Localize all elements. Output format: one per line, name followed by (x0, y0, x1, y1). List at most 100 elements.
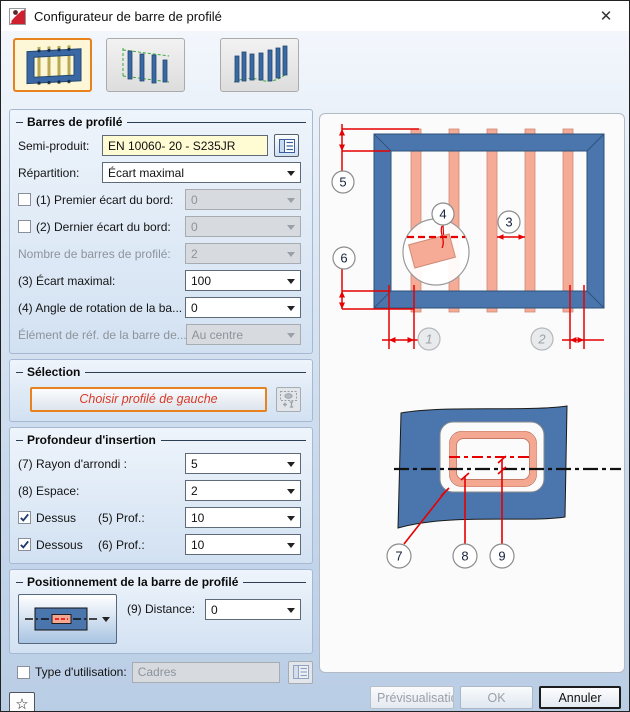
frame-with-bars-icon (26, 45, 81, 86)
chevron-down-icon (287, 198, 295, 203)
bottom-depth-select[interactable]: 10 (185, 534, 301, 555)
first-gap-select: 0 (185, 189, 301, 210)
titlebar: Configurateur de barre de profilé ✕ (1, 1, 629, 31)
usage-type-label: Type d'utilisation: (35, 665, 126, 679)
semi-product-row: Semi-produit: EN 10060- 20 - S235JR (10, 132, 312, 159)
callouts-inactive: 1 2 (417, 327, 554, 351)
settings-panel: Barres de profilé Semi-produit: EN 10060… (9, 109, 313, 711)
rotation-angle-select[interactable]: 0 (185, 297, 301, 318)
close-icon[interactable]: ✕ (591, 3, 621, 29)
app-icon (9, 7, 26, 25)
rotation-angle-row: (4) Angle de rotation de la ba... 0 (10, 294, 312, 321)
preview-diagram: 5 4 3 6 1 2 7 8 9 (331, 124, 621, 569)
positioning-row: (9) Distance: 0 (10, 592, 312, 648)
bars-on-curve-icon (233, 45, 287, 83)
group-bar-positioning: Positionnement de la barre de profilé (9… (9, 569, 313, 654)
callout-7: 7 (395, 549, 402, 564)
chevron-down-icon (287, 333, 295, 338)
bottom-checkbox[interactable] (18, 538, 31, 551)
bar-count-select: 2 (185, 243, 301, 264)
reference-element-row: Élément de réf. de la barre de... Au cen… (10, 321, 312, 348)
callout-9: 9 (498, 549, 505, 564)
bars-on-plane-icon (122, 48, 169, 84)
corner-radius-select[interactable]: 5 (185, 453, 301, 474)
profile-bar-configurator-dialog: Configurateur de barre de profilé ✕ Barr… (0, 0, 630, 712)
callouts-cross-section: 7 8 9 (386, 543, 515, 569)
reference-element-select: Au centre (185, 324, 301, 345)
chevron-down-icon (287, 608, 295, 613)
callout-4: 4 (439, 207, 446, 222)
cancel-button[interactable]: Annuler (539, 686, 621, 709)
preview-panel: 5 4 3 6 1 2 7 8 9 (319, 113, 625, 673)
repartition-label: Répartition: (18, 165, 80, 180)
max-gap-label: (3) Écart maximal: (18, 273, 116, 288)
preview-button: Prévisualisatio (370, 686, 454, 709)
callout-3: 3 (505, 215, 512, 230)
last-gap-select: 0 (185, 216, 301, 237)
chevron-down-icon (287, 543, 295, 548)
position-mode-dropdown[interactable] (18, 594, 117, 644)
footer: Prévisualisatio OK Annuler (1, 686, 621, 709)
bottom-depth-row: Dessous (6) Prof.: 10 (10, 531, 312, 558)
group-title-profile-bars: Barres de profilé (27, 115, 123, 129)
top-label: Dessus (36, 510, 77, 525)
max-gap-row: (3) Écart maximal: 100 (10, 267, 312, 294)
check-icon (20, 540, 29, 549)
chevron-down-icon (287, 279, 295, 284)
chevron-down-icon (287, 306, 295, 311)
ok-button: OK (460, 686, 533, 709)
top-checkbox[interactable] (18, 511, 31, 524)
eye-identify-icon (280, 390, 297, 408)
semi-product-catalog-button[interactable] (274, 134, 299, 157)
space-row: (8) Espace: 2 (10, 477, 312, 504)
bar-count-label: Nombre de barres de profilé: (18, 246, 171, 261)
distance-label: (9) Distance: (127, 602, 196, 616)
usage-type-field: Cadres (131, 661, 281, 683)
rotation-angle-label: (4) Angle de rotation de la ba... (18, 300, 183, 315)
identify-profile-button (276, 386, 301, 412)
last-gap-label: (2) Dernier écart du bord: (36, 219, 171, 234)
chevron-down-icon (287, 171, 295, 176)
bar-count-row: Nombre de barres de profilé: 2 (10, 240, 312, 267)
bottom-label: Dessous (36, 537, 83, 552)
distance-select[interactable]: 0 (205, 599, 301, 620)
group-insertion-depth: Profondeur d'insertion (7) Rayon d'arron… (9, 427, 313, 564)
dialog-body: Barres de profilé Semi-produit: EN 10060… (1, 31, 629, 711)
semi-product-field[interactable]: EN 10060- 20 - S235JR (102, 135, 268, 156)
callout-1: 1 (425, 332, 432, 347)
tab-bars-on-plane[interactable] (106, 38, 185, 92)
corner-radius-row: (7) Rayon d'arrondi : 5 (10, 450, 312, 477)
cross-section-view (394, 405, 621, 529)
catalog-icon (292, 665, 309, 679)
selection-row: Choisir profilé de gauche (10, 382, 312, 416)
repartition-select[interactable]: Écart maximal (102, 162, 301, 183)
chevron-down-icon (287, 462, 295, 467)
max-gap-select[interactable]: 100 (185, 270, 301, 291)
usage-catalog-button (288, 660, 313, 684)
tab-bars-on-curve[interactable] (220, 38, 299, 92)
space-label: (8) Espace: (18, 483, 80, 498)
reference-element-label: Élément de réf. de la barre de... (18, 327, 186, 342)
chevron-down-icon (287, 252, 295, 257)
group-title-selection: Sélection (27, 365, 81, 379)
chevron-down-icon (287, 489, 295, 494)
usage-type-checkbox[interactable] (17, 665, 30, 679)
callout-8: 8 (461, 549, 468, 564)
first-gap-label: (1) Premier écart du bord: (36, 192, 174, 207)
repartition-row: Répartition: Écart maximal (10, 159, 312, 186)
top-depth-select[interactable]: 10 (185, 507, 301, 528)
tab-frame-with-bars[interactable] (13, 38, 92, 92)
check-icon (20, 513, 29, 522)
corner-radius-label: (7) Rayon d'arrondi : (18, 456, 128, 471)
choose-left-profile-button[interactable]: Choisir profilé de gauche (30, 386, 267, 412)
first-gap-checkbox[interactable] (18, 193, 31, 206)
usage-type-row: Type d'utilisation: Cadres (9, 659, 313, 685)
last-gap-checkbox[interactable] (18, 220, 31, 233)
space-select[interactable]: 2 (185, 480, 301, 501)
centered-bar-position-icon (25, 607, 97, 631)
callout-5: 5 (339, 175, 346, 190)
group-selection: Sélection Choisir profilé de gauche (9, 359, 313, 422)
rotation-detail-circle (402, 218, 470, 286)
group-profile-bars: Barres de profilé Semi-produit: EN 10060… (9, 109, 313, 354)
chevron-down-icon (102, 617, 110, 622)
